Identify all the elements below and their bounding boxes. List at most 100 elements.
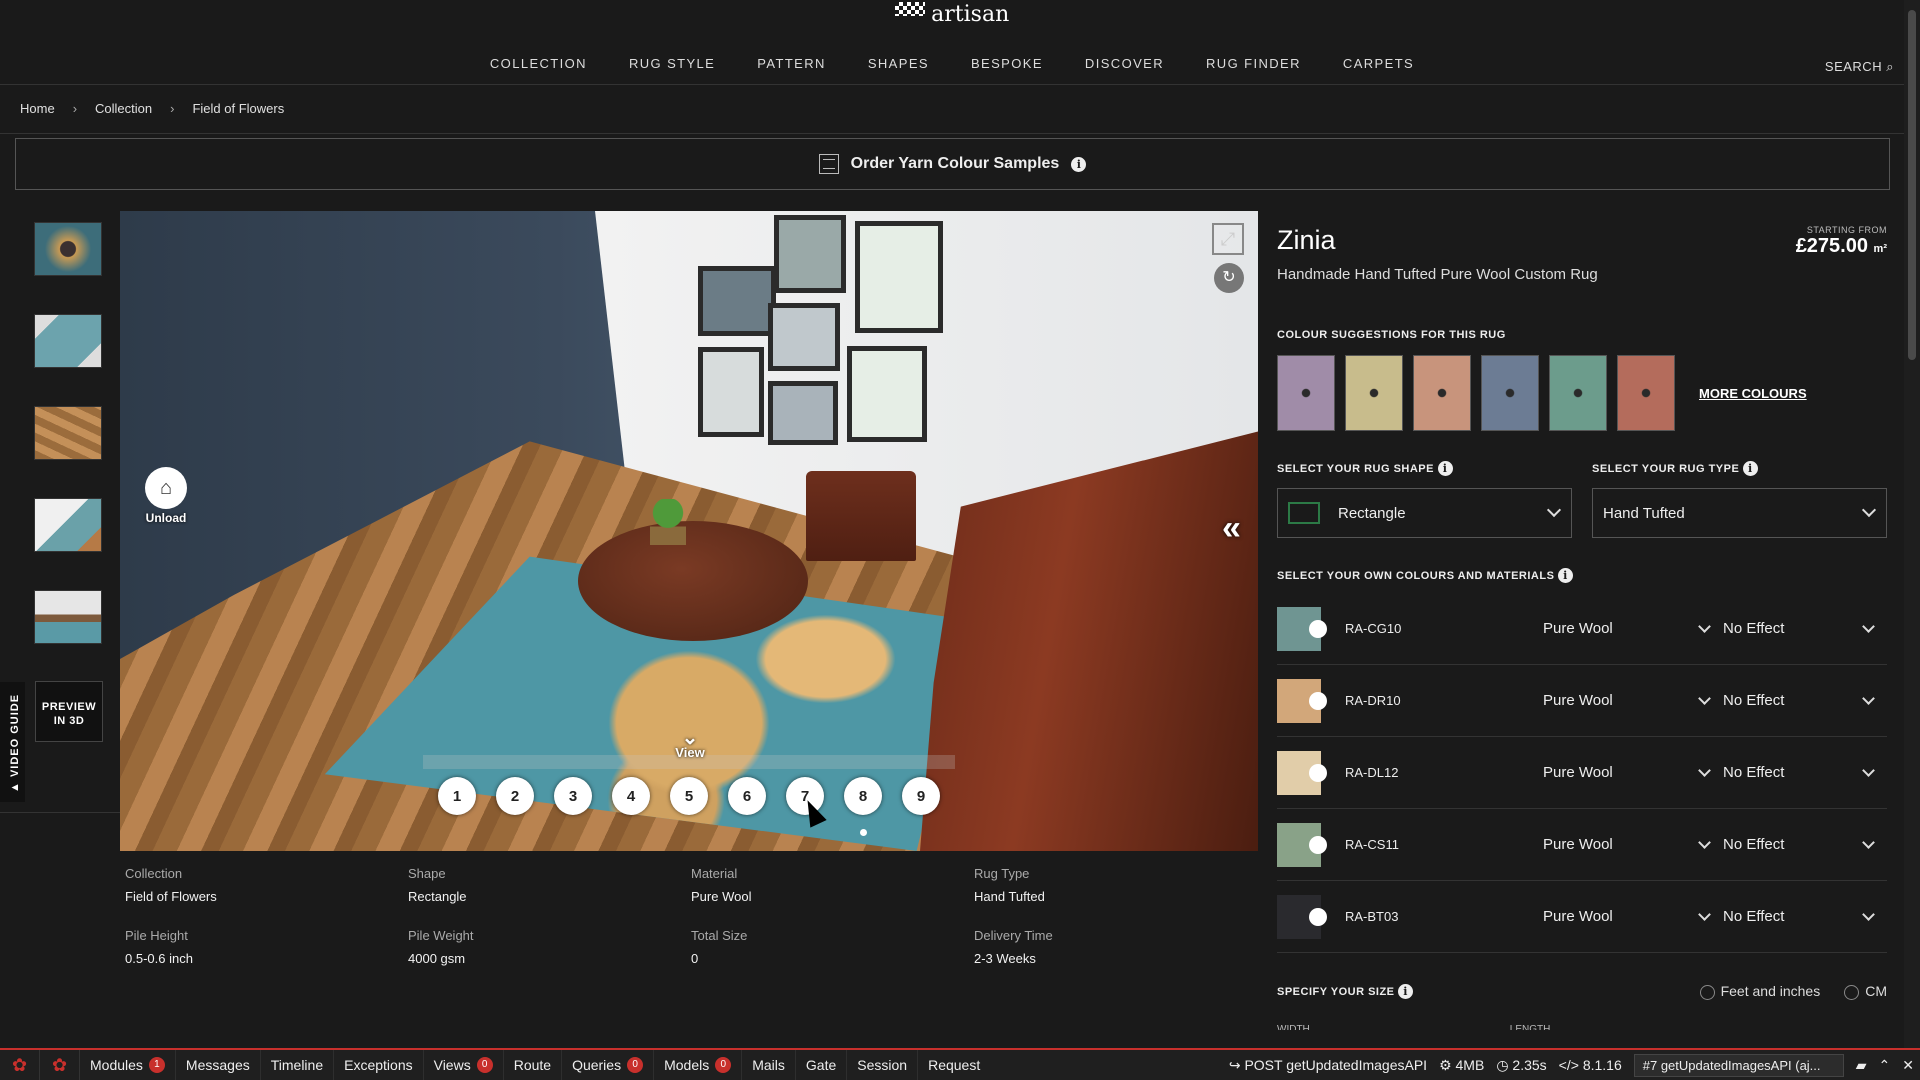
rotate-icon[interactable]: ↻ (1214, 263, 1244, 293)
debug-tab-messages[interactable]: Messages (176, 1050, 261, 1080)
thumbnail-5[interactable] (34, 590, 102, 644)
view-toggle[interactable]: ⌄ View (660, 728, 720, 760)
effect-select[interactable]: No Effect (1723, 620, 1887, 637)
colour-toggle[interactable] (1309, 835, 1327, 854)
view-button-5[interactable]: 5 (670, 777, 708, 815)
debug-tab-route[interactable]: Route (504, 1050, 563, 1080)
debug-tab-timeline[interactable]: Timeline (261, 1050, 335, 1080)
colour-code: RA-CS11 (1345, 837, 1399, 852)
material-select[interactable]: Pure Wool (1543, 908, 1723, 925)
site-logo[interactable]: RUG artisan (0, 0, 1904, 640)
view-button-9[interactable]: 9 (902, 777, 940, 815)
colour-swatch[interactable] (1617, 355, 1675, 431)
preview-3d-button[interactable]: PREVIEW IN 3D (35, 681, 103, 742)
room-3d-viewer[interactable]: ⤢ ↻ ⌂ Unload « ⌄ View 1 2 3 4 5 6 7 8 9 (120, 211, 1258, 851)
unload-button[interactable]: ⌂ Unload (142, 467, 190, 525)
debug-tab-mails[interactable]: Mails (742, 1050, 796, 1080)
rug-type-select[interactable]: Hand Tufted (1592, 488, 1887, 538)
view-button-4[interactable]: 4 (612, 777, 650, 815)
request-text: POST getUpdatedImagesAPI (1244, 1056, 1428, 1073)
nav-shapes[interactable]: SHAPES (868, 56, 929, 71)
colour-swatch[interactable] (1277, 355, 1335, 431)
product-subtitle: Handmade Hand Tufted Pure Wool Custom Ru… (1277, 266, 1598, 283)
thumbnail-3[interactable] (34, 406, 102, 460)
nav-rug-finder[interactable]: RUG FINDER (1206, 56, 1301, 71)
material-select[interactable]: Pure Wool (1543, 836, 1723, 853)
view-button-1[interactable]: 1 (438, 777, 476, 815)
colours-materials: SELECT YOUR OWN COLOURS AND MATERIALS i … (1277, 568, 1887, 953)
spec-pile-height: Pile Height 0.5-0.6 inch (125, 928, 193, 966)
fullscreen-icon[interactable]: ⤢ (1212, 223, 1244, 255)
view-button-8[interactable]: 8 (844, 777, 882, 815)
view-button-2[interactable]: 2 (496, 777, 534, 815)
debug-tab-modules[interactable]: Modules 1 (80, 1050, 176, 1080)
colour-chip[interactable] (1277, 750, 1327, 795)
debug-tab-request[interactable]: Request (918, 1050, 990, 1080)
colour-swatch[interactable] (1413, 355, 1471, 431)
nav-bespoke[interactable]: BESPOKE (971, 56, 1043, 71)
info-icon[interactable]: i (1742, 461, 1758, 476)
debug-tab-gate[interactable]: Gate (796, 1050, 848, 1080)
debug-tab-session[interactable]: Session (847, 1050, 919, 1080)
unit-cm-radio[interactable]: CM (1844, 983, 1887, 1000)
more-colours-link[interactable]: MORE COLOURS (1699, 386, 1807, 401)
colour-swatch[interactable] (1549, 355, 1607, 431)
nav-pattern[interactable]: PATTERN (757, 56, 826, 71)
debug-tab-views[interactable]: Views 0 (424, 1050, 504, 1080)
colour-swatch[interactable] (1345, 355, 1403, 431)
debugbar-toggle-icon[interactable]: ✿ (40, 1050, 80, 1080)
nav-carpets[interactable]: CARPETS (1343, 56, 1414, 71)
debug-tab-exceptions[interactable]: Exceptions (334, 1050, 424, 1080)
rug-shape-select[interactable]: Rectangle (1277, 488, 1572, 538)
colour-chip[interactable] (1277, 678, 1327, 723)
effect-select[interactable]: No Effect (1723, 764, 1887, 781)
thumbnail-4[interactable] (34, 498, 102, 552)
colour-chip[interactable] (1277, 606, 1327, 651)
colour-toggle[interactable] (1309, 907, 1327, 926)
spec-delivery-time: Delivery Time 2-3 Weeks (974, 928, 1053, 966)
nav-discover[interactable]: DISCOVER (1085, 56, 1164, 71)
info-icon[interactable]: i (1557, 568, 1573, 583)
view-button-3[interactable]: 3 (554, 777, 592, 815)
page-scrollbar[interactable] (1904, 0, 1920, 1048)
video-guide-tab[interactable]: ▲ VIDEO GUIDE (0, 682, 25, 802)
colour-chip[interactable] (1277, 894, 1327, 939)
collapse-panel-icon[interactable]: « (1222, 509, 1241, 548)
info-icon[interactable]: i (1437, 461, 1453, 476)
material-select[interactable]: Pure Wool (1543, 620, 1723, 637)
effect-select[interactable]: No Effect (1723, 692, 1887, 709)
colour-toggle[interactable] (1309, 619, 1327, 638)
view-button-6[interactable]: 6 (728, 777, 766, 815)
colour-swatch[interactable] (1481, 355, 1539, 431)
close-icon[interactable]: ✕ (1896, 1057, 1920, 1074)
debug-tab-queries[interactable]: Queries 0 (562, 1050, 655, 1080)
debug-tab-label: Route (513, 1057, 552, 1073)
nav-collection[interactable]: COLLECTION (490, 56, 587, 71)
colour-chip[interactable] (1277, 822, 1327, 867)
unit-feet-radio[interactable]: Feet and inches (1699, 983, 1820, 1000)
colour-toggle[interactable] (1309, 691, 1327, 710)
info-icon[interactable]: i (1398, 983, 1414, 999)
spec-collection: Collection Field of Flowers (125, 866, 217, 904)
folder-icon[interactable]: ▰ (1850, 1057, 1873, 1074)
search-button[interactable]: SEARCH ⌕ (1825, 59, 1894, 75)
debug-tab-models[interactable]: Models 0 (654, 1050, 743, 1080)
nav-rug-style[interactable]: RUG STYLE (629, 56, 715, 71)
chevron-up-icon[interactable]: ⌃ (1873, 1057, 1897, 1074)
scrollbar-thumb[interactable] (1908, 10, 1916, 360)
breadcrumb-home[interactable]: Home (20, 101, 55, 116)
order-yarn-samples-banner[interactable]: Order Yarn Colour Samples i (15, 138, 1890, 190)
request-select[interactable]: #7 getUpdatedImagesAPI (aj... (1633, 1053, 1844, 1077)
thumbnail-1[interactable] (34, 222, 102, 276)
info-icon[interactable]: i (1071, 156, 1087, 172)
effect-select[interactable]: No Effect (1723, 908, 1887, 925)
length-label: LENGTH (1509, 1023, 1551, 1030)
debugbar-logo-icon[interactable]: ✿ (0, 1050, 40, 1080)
effect-select[interactable]: No Effect (1723, 836, 1887, 853)
thumbnail-2[interactable] (34, 314, 102, 368)
breadcrumb-collection[interactable]: Collection (95, 101, 152, 116)
colour-toggle[interactable] (1309, 763, 1327, 782)
material-select[interactable]: Pure Wool (1543, 692, 1723, 709)
active-view-indicator (860, 829, 867, 836)
material-select[interactable]: Pure Wool (1543, 764, 1723, 781)
